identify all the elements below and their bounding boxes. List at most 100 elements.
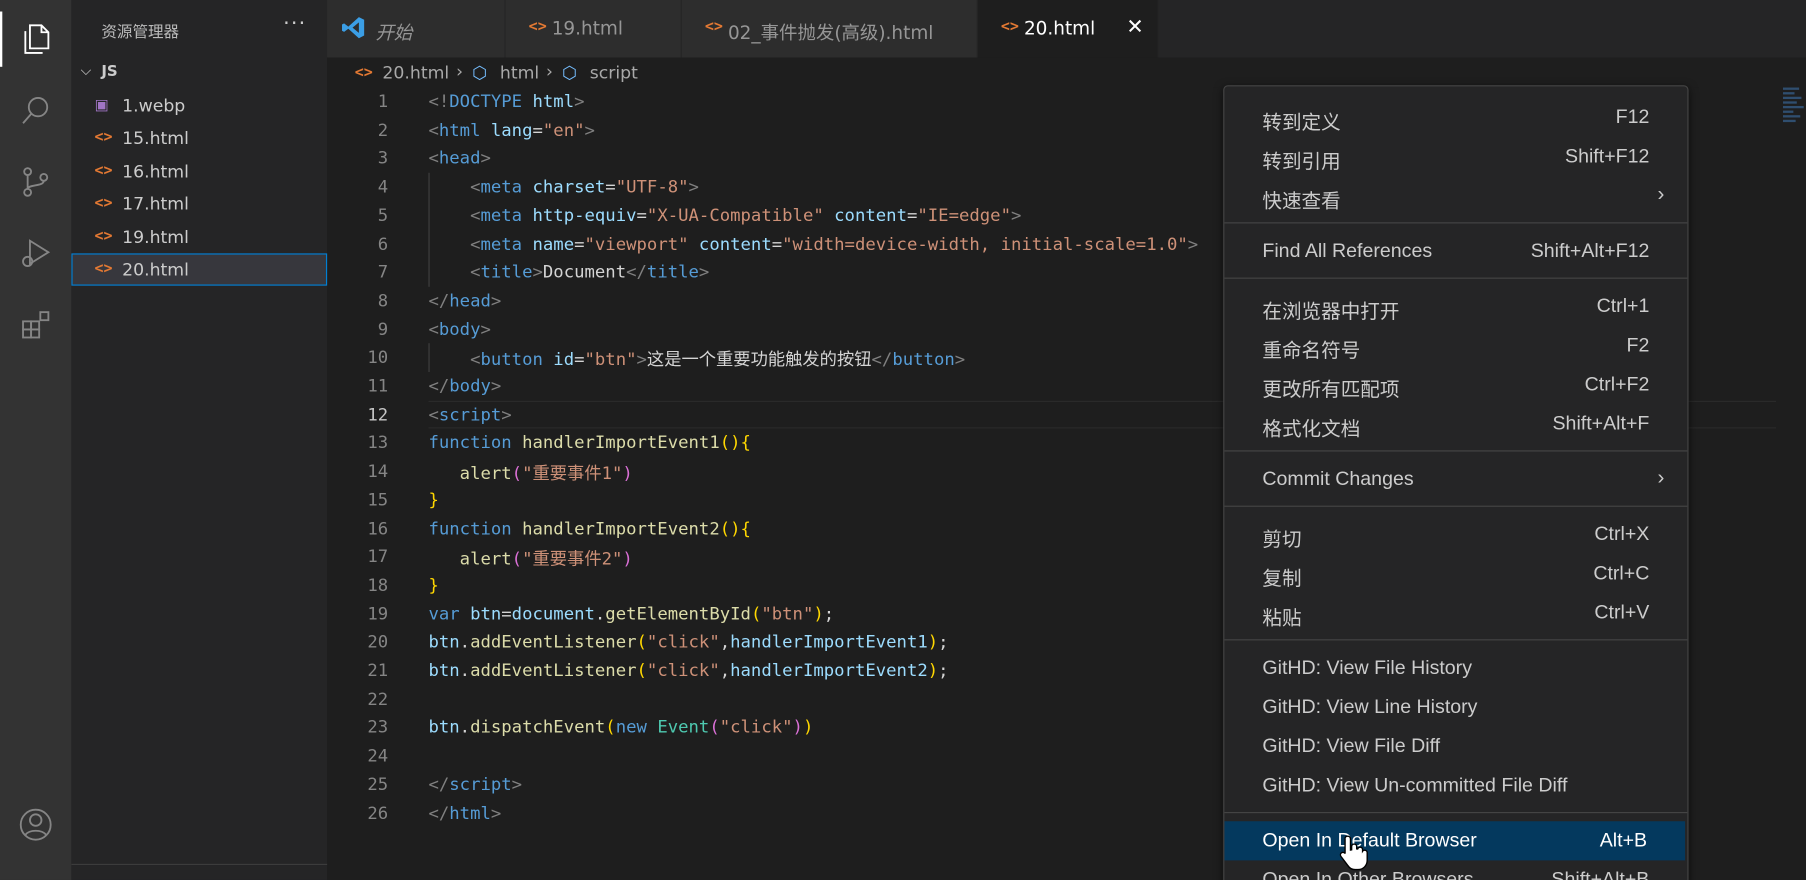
html-file-icon: <>: [94, 129, 113, 147]
run-debug-icon[interactable]: [0, 221, 71, 286]
file-item[interactable]: <> 15.html: [71, 122, 327, 154]
file-item-selected[interactable]: <> 20.html: [71, 253, 328, 286]
menu-item-githd-view-line-history[interactable]: GitHD: View Line History: [1224, 688, 1687, 727]
menu-item-shortcut: Shift+Alt+B: [1551, 868, 1650, 880]
html-file-icon: <>: [94, 260, 113, 278]
menu-item-label: 在浏览器中打开: [1262, 300, 1400, 323]
menu-item-open-in-other-browsers[interactable]: Open In Other Browsers Shift+Alt+B: [1224, 860, 1687, 880]
hand-cursor-icon: [1339, 835, 1368, 871]
close-icon[interactable]: ✕: [1126, 15, 1143, 39]
folder-label: JS: [101, 63, 118, 81]
menu-item[interactable]: 在浏览器中打开 Ctrl+1: [1224, 287, 1687, 326]
menu-item-find-all-references[interactable]: Find All References Shift+Alt+F12: [1224, 232, 1687, 271]
files-icon[interactable]: [0, 7, 71, 72]
line-number: 20: [367, 631, 389, 653]
chevron-right-icon: ›: [1657, 181, 1665, 206]
html-file-icon: <>: [354, 64, 373, 82]
code-text: <body>: [428, 318, 491, 340]
menu-item[interactable]: 重命名符号 F2: [1224, 326, 1687, 365]
menu-item-label: GitHD: View File History: [1262, 656, 1473, 679]
tab-20-html[interactable]: <> 20.html ✕: [977, 0, 1159, 58]
code-text: function handlerImportEvent1(){: [428, 432, 751, 454]
vscode-logo-icon: [341, 17, 365, 39]
menu-item-commit-changes[interactable]: Commit Changes ›: [1224, 460, 1687, 499]
chevron-right-icon: ›: [545, 61, 553, 82]
file-item[interactable]: <> 17.html: [71, 188, 327, 220]
line-number: 4: [377, 176, 389, 198]
code-text: <!DOCTYPE html>: [428, 90, 585, 112]
source-control-icon[interactable]: [0, 150, 71, 215]
folder-js[interactable]: ⌵ JS: [71, 60, 327, 85]
menu-item[interactable]: 更改所有匹配项 Ctrl+F2: [1224, 365, 1687, 404]
line-number: 3: [377, 147, 389, 169]
breadcrumb-file[interactable]: 20.html: [382, 62, 449, 83]
code-text: </script>: [428, 773, 523, 795]
explorer-title: 资源管理器: [101, 23, 180, 42]
tab-start[interactable]: 开始: [327, 0, 506, 58]
line-number: 17: [367, 546, 389, 567]
code-text: alert("重要事件2"): [459, 548, 633, 570]
html-file-icon: <>: [94, 162, 113, 180]
account-icon[interactable]: [0, 792, 71, 857]
menu-item-label: Find All References: [1262, 239, 1433, 262]
extensions-icon[interactable]: [0, 293, 71, 358]
code-text: </head>: [428, 290, 502, 311]
menu-item-shortcut: Shift+F12: [1565, 145, 1650, 168]
menu-item-githd-view-file-history[interactable]: GitHD: View File History: [1224, 648, 1687, 687]
symbol-icon: ⬡: [562, 62, 578, 83]
menu-item-githd-view-file-diff[interactable]: GitHD: View File Diff: [1224, 727, 1687, 766]
minimap[interactable]: [1782, 87, 1806, 146]
search-icon[interactable]: [0, 78, 71, 143]
menu-item-label: 复制: [1262, 567, 1302, 590]
file-name: 17.html: [122, 193, 189, 215]
menu-item-label: 格式化文档: [1262, 418, 1361, 440]
menu-item-githd-view-un-committed-file-diff[interactable]: GitHD: View Un-committed File Diff: [1224, 766, 1687, 805]
code-text: btn.addEventListener("click",handlerImpo…: [428, 659, 949, 681]
outline-section-divider: [71, 863, 328, 880]
menu-item[interactable]: 复制 Ctrl+C: [1224, 554, 1687, 593]
line-number: 15: [367, 489, 389, 511]
line-number: 2: [377, 119, 389, 141]
file-name: 1.webp: [122, 95, 186, 117]
html-file-icon: <>: [528, 18, 547, 36]
indent-guide: [428, 172, 430, 287]
menu-separator: [1224, 450, 1688, 452]
image-file-icon: ▣: [94, 96, 109, 115]
menu-item[interactable]: 剪切 Ctrl+X: [1224, 515, 1687, 554]
tab-19-html[interactable]: <> 19.html: [505, 0, 682, 58]
line-number: 10: [367, 347, 389, 368]
menu-item[interactable]: 转到定义 F12: [1224, 98, 1687, 137]
file-item[interactable]: ▣ 1.webp: [71, 90, 327, 122]
breadcrumb-node[interactable]: script: [590, 62, 638, 83]
menu-item-shortcut: Ctrl+C: [1593, 562, 1650, 584]
file-item[interactable]: <> 16.html: [71, 155, 327, 187]
menu-separator: [1224, 812, 1688, 814]
menu-item[interactable]: 转到引用 Shift+F12: [1224, 137, 1687, 176]
chevron-right-icon: ›: [1657, 465, 1665, 489]
menu-separator: [1224, 505, 1688, 507]
code-text: btn.dispatchEvent(new Event("click")): [428, 716, 814, 738]
tab-label: 19.html: [551, 17, 623, 40]
vscode-window: 资源管理器 ··· ⌵ JS ▣ 1.webp <> 15.html <> 16…: [0, 0, 1806, 880]
menu-item-open-in-default-browser[interactable]: Open In Default Browser Alt+B: [1224, 821, 1686, 861]
menu-item[interactable]: 粘贴 Ctrl+V: [1224, 593, 1687, 632]
menu-item-label: Commit Changes: [1262, 467, 1414, 490]
file-item[interactable]: <> 19.html: [71, 221, 327, 253]
line-number: 13: [367, 432, 389, 454]
chevron-down-icon: ⌵: [80, 62, 92, 79]
menu-item-shortcut: F2: [1626, 334, 1650, 356]
tab-02-event-dispatch[interactable]: <> 02_事件抛发(高级).html: [681, 0, 978, 58]
menu-item-shortcut: Shift+Alt+F12: [1530, 239, 1650, 262]
breadcrumb-node[interactable]: html: [500, 62, 539, 83]
explorer-sidebar: 资源管理器 ··· ⌵ JS ▣ 1.webp <> 15.html <> 16…: [71, 0, 328, 880]
menu-item[interactable]: 快速查看 ›: [1224, 176, 1687, 215]
line-number: 5: [377, 204, 389, 226]
menu-item-shortcut: Ctrl+1: [1596, 294, 1650, 317]
chevron-right-icon: ›: [456, 61, 464, 82]
menu-item[interactable]: 格式化文档 Shift+Alt+F: [1224, 404, 1687, 443]
line-number: 19: [367, 603, 389, 624]
more-actions-icon[interactable]: ···: [283, 12, 306, 36]
menu-separator: [1224, 277, 1688, 279]
line-number: 25: [367, 773, 389, 795]
line-number: 7: [377, 261, 389, 283]
